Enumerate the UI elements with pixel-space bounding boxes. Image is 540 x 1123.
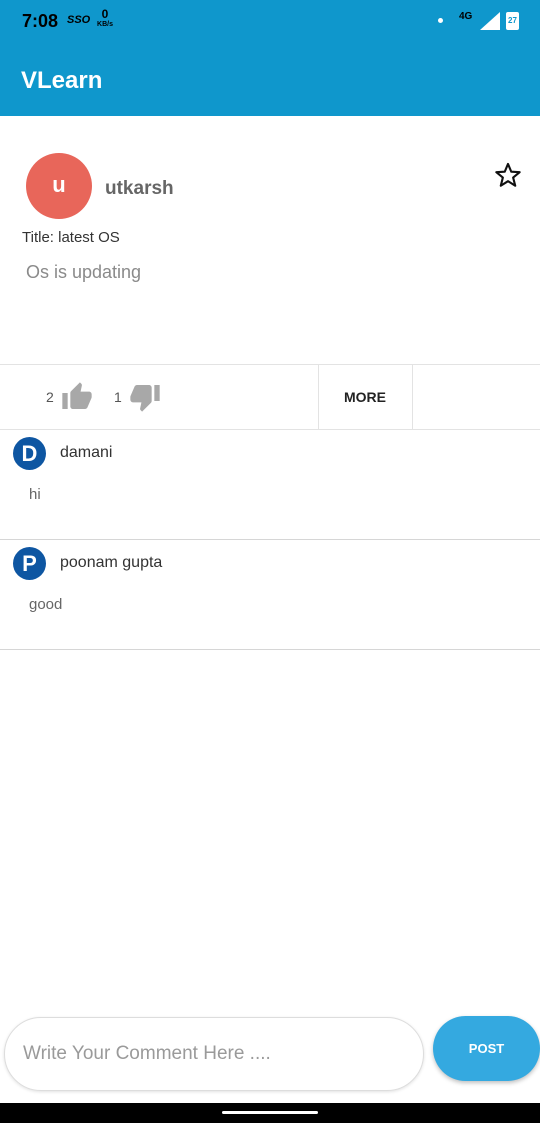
battery-icon: 27 [506, 12, 519, 30]
carrier-badge: SSO [67, 14, 91, 26]
comment-input[interactable] [4, 1017, 424, 1091]
comment-text: good [29, 596, 63, 613]
net-speed-value: 0 [101, 7, 109, 21]
status-time: 7:08 [22, 11, 59, 31]
star-icon[interactable] [494, 161, 522, 189]
divider [0, 649, 540, 650]
comment-author: poonam gupta [60, 554, 163, 571]
more-button[interactable]: MORE [318, 365, 412, 429]
author-avatar[interactable]: u [26, 153, 92, 219]
comment-item: P poonam gupta good [0, 540, 540, 650]
comment-text: hi [29, 486, 41, 503]
divider [0, 364, 540, 365]
net-speed-unit: KB/s [97, 21, 113, 28]
net-speed-indicator: 0 KB/s [94, 7, 116, 30]
post-title: Title: latest OS [22, 229, 120, 246]
app-title: VLearn [21, 67, 103, 94]
divider [412, 365, 413, 429]
author-name: utkarsh [105, 178, 174, 199]
post-button[interactable]: POST [433, 1016, 540, 1081]
comment-author: damani [60, 444, 113, 461]
thumbs-up-icon[interactable] [60, 381, 94, 413]
notification-dot-icon [438, 18, 443, 23]
network-type: 4G [459, 11, 473, 22]
like-count: 2 [46, 389, 54, 405]
comment-item: D damani hi [0, 430, 540, 540]
post-body: Os is updating [26, 262, 142, 282]
signal-icon [480, 12, 500, 30]
home-handle[interactable] [222, 1111, 318, 1114]
comment-avatar[interactable]: D [13, 437, 46, 470]
comment-avatar[interactable]: P [13, 547, 46, 580]
thumbs-down-icon[interactable] [128, 381, 162, 413]
dislike-count: 1 [114, 389, 122, 405]
